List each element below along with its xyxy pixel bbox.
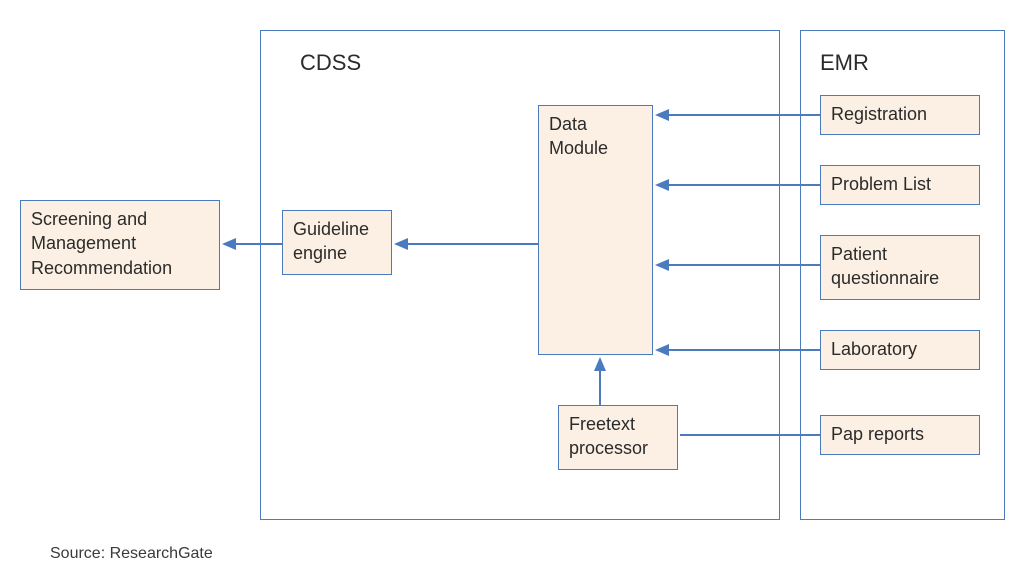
output-label: Screening andManagementRecommendation (31, 209, 172, 278)
data-module-label: DataModule (549, 114, 608, 158)
freetext-processor-label: Freetextprocessor (569, 414, 648, 458)
source-citation: Source: ResearchGate (50, 545, 213, 563)
diagram-stage: CDSS EMR Screening andManagementRecommen… (0, 0, 1024, 580)
problem-list-label: Problem List (831, 174, 931, 194)
data-module-box: DataModule (538, 105, 653, 355)
freetext-processor-box: Freetextprocessor (558, 405, 678, 470)
emr-title: EMR (820, 50, 869, 76)
patient-questionnaire-box: Patientquestionnaire (820, 235, 980, 300)
registration-label: Registration (831, 104, 927, 124)
cdss-title: CDSS (300, 50, 361, 76)
problem-list-box: Problem List (820, 165, 980, 205)
laboratory-label: Laboratory (831, 339, 917, 359)
registration-box: Registration (820, 95, 980, 135)
pap-reports-label: Pap reports (831, 424, 924, 444)
cdss-container (260, 30, 780, 520)
guideline-engine-box: Guidelineengine (282, 210, 392, 275)
pap-reports-box: Pap reports (820, 415, 980, 455)
laboratory-box: Laboratory (820, 330, 980, 370)
patient-questionnaire-label: Patientquestionnaire (831, 244, 939, 288)
guideline-engine-label: Guidelineengine (293, 219, 369, 263)
output-box: Screening andManagementRecommendation (20, 200, 220, 290)
